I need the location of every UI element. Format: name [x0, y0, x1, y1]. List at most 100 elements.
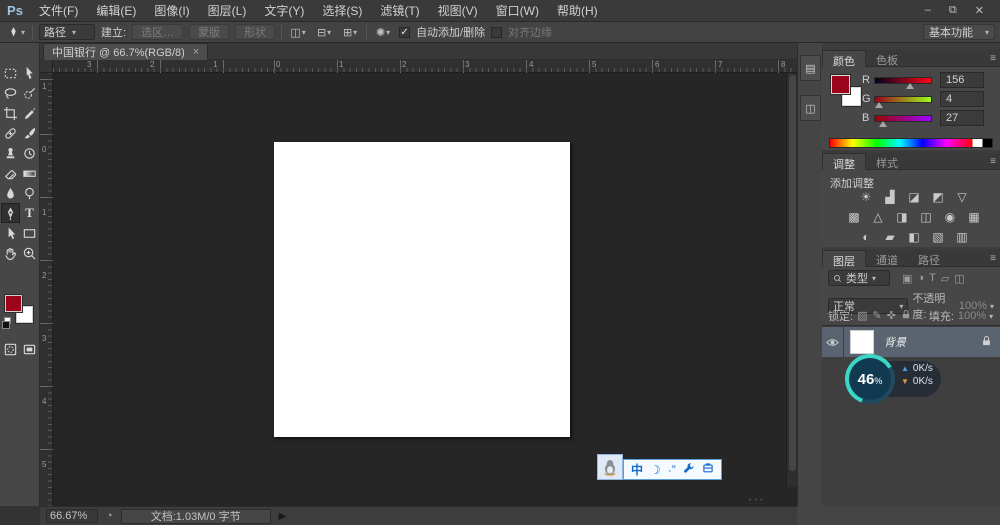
make-selection-button[interactable]: 选区…	[132, 24, 184, 40]
menu-window[interactable]: 窗口(W)	[487, 2, 548, 19]
layer-filter-combo[interactable]: 类型 ▾	[828, 270, 890, 286]
clone-stamp-tool-icon[interactable]	[1, 143, 20, 163]
panel-menu-icon[interactable]: ≡	[990, 53, 996, 64]
filter-pixel-layers-icon[interactable]: ▣	[902, 272, 912, 285]
vertical-ruler[interactable]: 1 0 1 2 3 4 5	[40, 73, 53, 506]
menu-image[interactable]: 图像(I)	[145, 2, 198, 19]
layer-thumbnail[interactable]	[850, 330, 874, 354]
menu-filter[interactable]: 滤镜(T)	[371, 2, 428, 19]
path-operations-icon[interactable]: ◫ ▾	[288, 24, 308, 40]
eyedropper-tool-icon[interactable]	[20, 103, 39, 123]
lock-transparency-icon[interactable]: ▨	[857, 309, 867, 323]
color-balance-icon[interactable]: △	[870, 209, 886, 225]
path-arrange-icon[interactable]: ⊞ ▾	[340, 24, 360, 40]
red-value-field[interactable]: 156	[940, 72, 984, 88]
eraser-tool-icon[interactable]	[1, 163, 20, 183]
minimize-button[interactable]: –	[925, 4, 931, 16]
move-tool-icon[interactable]	[20, 63, 39, 83]
menu-type[interactable]: 文字(Y)	[255, 2, 313, 19]
blue-slider[interactable]	[874, 114, 932, 127]
slider-thumb[interactable]	[879, 120, 888, 127]
make-shape-button[interactable]: 形状	[235, 24, 276, 40]
tab-paths[interactable]: 路径	[908, 250, 950, 267]
red-slider[interactable]	[874, 76, 932, 89]
menu-file[interactable]: 文件(F)	[30, 2, 87, 19]
slider-thumb[interactable]	[906, 82, 915, 89]
brightness-contrast-icon[interactable]: ☀	[858, 189, 874, 205]
document-canvas[interactable]	[274, 142, 570, 437]
path-selection-tool-icon[interactable]	[1, 223, 20, 243]
gear-icon[interactable]: ✺ ▾	[373, 24, 393, 40]
screen-mode-button[interactable]	[20, 339, 39, 359]
zoom-level-field[interactable]: 66.67%	[46, 509, 98, 523]
gradient-tool-icon[interactable]	[20, 163, 39, 183]
fill-value[interactable]: 100% ▾	[958, 310, 993, 322]
levels-icon[interactable]: ▟	[882, 189, 898, 205]
ime-fullwidth-icon[interactable]: ☽	[650, 463, 661, 477]
menu-help[interactable]: 帮助(H)	[548, 2, 607, 19]
lock-all-icon[interactable]	[901, 309, 911, 323]
quick-mask-button[interactable]	[1, 339, 20, 359]
pen-tool-icon[interactable]	[1, 203, 20, 223]
lasso-tool-icon[interactable]	[1, 83, 20, 103]
filter-type-layers-icon[interactable]: T	[929, 272, 936, 285]
posterize-icon[interactable]: ▰	[882, 229, 898, 245]
vertical-scrollbar[interactable]	[786, 73, 797, 487]
history-brush-tool-icon[interactable]	[20, 143, 39, 163]
tab-color[interactable]: 颜色	[822, 50, 866, 68]
rectangle-tool-icon[interactable]	[20, 223, 39, 243]
curves-icon[interactable]: ◪	[906, 189, 922, 205]
restore-button[interactable]: ⧉	[949, 4, 957, 17]
tab-adjustments[interactable]: 调整	[822, 153, 866, 171]
history-panel-button[interactable]: ▤	[800, 55, 821, 81]
make-mask-button[interactable]: 蒙版	[189, 24, 230, 40]
photo-filter-icon[interactable]: ◫	[918, 209, 934, 225]
color-spectrum-ramp[interactable]	[829, 138, 993, 148]
color-lookup-icon[interactable]: ▦	[966, 209, 982, 225]
hue-saturation-icon[interactable]: ▩	[846, 209, 862, 225]
layer-visibility-toggle[interactable]	[822, 327, 844, 357]
workspace-switcher[interactable]: 基本功能 ▾	[923, 24, 995, 40]
black-white-icon[interactable]: ◨	[894, 209, 910, 225]
hand-tool-icon[interactable]	[1, 243, 20, 263]
blue-value-field[interactable]: 27	[940, 110, 984, 126]
document-size-info[interactable]: 文档:1.03M/0 字节	[120, 508, 271, 524]
document-tab[interactable]: 中国银行 @ 66.7%(RGB/8) ×	[43, 43, 209, 60]
path-alignment-icon[interactable]: ⊟ ▾	[314, 24, 334, 40]
scrollbar-thumb[interactable]	[789, 75, 796, 471]
auto-add-delete-checkbox[interactable]: ✓	[399, 26, 411, 38]
dodge-tool-icon[interactable]	[20, 183, 39, 203]
background-layer-row[interactable]: 背景	[822, 327, 1000, 357]
lock-position-icon[interactable]: ✜	[887, 309, 896, 323]
green-slider[interactable]	[874, 95, 932, 108]
ime-punctuation-icon[interactable]: ·”	[668, 463, 676, 477]
blur-tool-icon[interactable]	[1, 183, 20, 203]
healing-brush-tool-icon[interactable]	[1, 123, 20, 143]
ime-wrench-icon[interactable]	[683, 462, 695, 477]
align-edges-checkbox[interactable]	[491, 26, 503, 38]
filter-shape-layers-icon[interactable]: ▱	[941, 272, 949, 285]
channel-mixer-icon[interactable]: ◉	[942, 209, 958, 225]
invert-icon[interactable]: ◐	[858, 229, 874, 245]
foreground-color-swatch[interactable]	[831, 75, 850, 94]
gradient-map-icon[interactable]: ▥	[954, 229, 970, 245]
selective-color-icon[interactable]: ▧	[930, 229, 946, 245]
default-colors-icon[interactable]	[2, 317, 11, 329]
properties-panel-button[interactable]: ◫	[800, 95, 821, 121]
menu-select[interactable]: 选择(S)	[313, 2, 371, 19]
foreground-color-swatch[interactable]	[5, 295, 22, 312]
horizontal-ruler[interactable]: 3 2 1 0 1 2 3 4 5 6 7 8	[53, 60, 797, 73]
filter-adjustment-layers-icon[interactable]: ◑	[917, 272, 924, 285]
crop-tool-icon[interactable]	[1, 103, 20, 123]
tab-swatches[interactable]: 色板	[866, 50, 908, 67]
quick-selection-tool-icon[interactable]	[20, 83, 39, 103]
tab-styles[interactable]: 样式	[866, 153, 908, 170]
green-value-field[interactable]: 4	[940, 91, 984, 107]
panel-menu-icon[interactable]: ≡	[990, 253, 996, 264]
type-tool-icon[interactable]: T	[20, 203, 39, 223]
filter-smart-object-icon[interactable]: ◫	[954, 272, 964, 285]
brush-tool-icon[interactable]	[20, 123, 39, 143]
tab-channels[interactable]: 通道	[866, 250, 908, 267]
pen-tool-preset-icon[interactable]: ▾	[6, 24, 26, 40]
status-arrow-icon[interactable]: ▶	[279, 511, 287, 522]
